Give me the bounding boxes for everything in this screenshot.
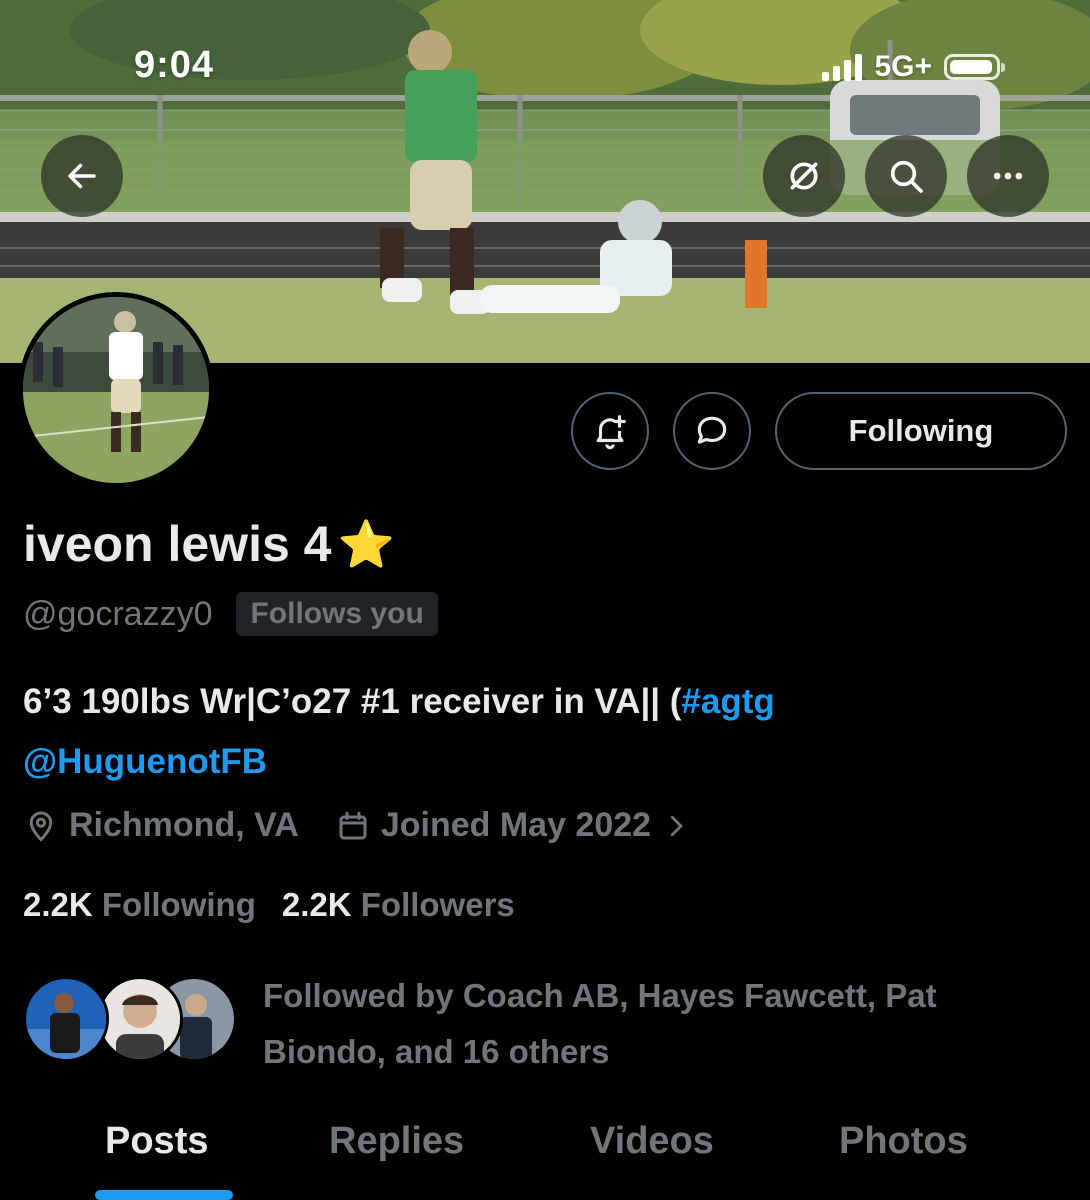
mutual-avatar-photo xyxy=(26,979,106,1059)
arrow-left-icon xyxy=(68,163,96,189)
following-count-link[interactable]: 2.2K Following xyxy=(23,886,256,924)
network-label: 5G+ xyxy=(874,50,932,83)
joined-text: Joined May 2022 xyxy=(380,806,652,844)
mutual-avatar-2 xyxy=(97,976,183,1062)
search-button[interactable] xyxy=(865,135,947,217)
more-button[interactable] xyxy=(967,135,1049,217)
bio-text: 6’3 190lbs Wr|C’o27 #1 receiver in VA|| … xyxy=(23,682,682,721)
message-button[interactable] xyxy=(673,392,751,470)
followers-count: 2.2K xyxy=(281,886,352,923)
star-emoji: ⭐ xyxy=(337,517,395,570)
tab-posts[interactable]: Posts xyxy=(105,1120,208,1163)
status-time: 9:04 xyxy=(134,44,215,86)
tab-videos[interactable]: Videos xyxy=(590,1120,714,1163)
following-count-label: Following xyxy=(101,886,256,923)
bio-hashtag-link[interactable]: #agtg xyxy=(681,682,774,721)
mutual-avatar-1 xyxy=(23,976,109,1062)
followed-by-text: Followed by Coach AB, Hayes Fawcett, Pat… xyxy=(263,977,937,1070)
grok-button[interactable] xyxy=(763,135,845,217)
mutual-avatar-photo xyxy=(100,979,180,1059)
followers-count-label: Followers xyxy=(360,886,515,923)
follow-counts: 2.2K Following 2.2K Followers xyxy=(23,886,515,924)
more-horizontal-icon xyxy=(993,172,1023,180)
location-pin-icon xyxy=(29,810,53,842)
location-text: Richmond, VA xyxy=(69,806,299,844)
display-name-text: iveon lewis 4 xyxy=(23,516,332,572)
profile-meta: Richmond, VA Joined May 2022 xyxy=(23,806,691,845)
handle-row: @gocrazzy0 Follows you xyxy=(23,592,438,636)
battery-level xyxy=(950,60,992,74)
chevron-right-icon xyxy=(670,815,683,836)
status-indicators: 5G+ xyxy=(822,50,1005,84)
followers-count-link[interactable]: 2.2K Followers xyxy=(282,886,515,924)
following-button[interactable]: Following xyxy=(775,392,1067,470)
calendar-icon xyxy=(339,811,367,839)
bio-mention-link[interactable]: @HuguenotFB xyxy=(23,742,267,781)
back-button[interactable] xyxy=(41,135,123,217)
active-tab-indicator xyxy=(95,1190,233,1200)
message-bubble-icon xyxy=(697,416,727,444)
profile-tabs: Posts Replies Videos Photos xyxy=(0,1110,1090,1200)
mutual-avatars xyxy=(23,976,243,1068)
tab-photos[interactable]: Photos xyxy=(839,1120,968,1163)
avatar-photo xyxy=(23,297,209,483)
follows-you-badge: Follows you xyxy=(236,592,438,636)
following-count: 2.2K xyxy=(23,886,93,923)
profile-bio: 6’3 190lbs Wr|C’o27 #1 receiver in VA|| … xyxy=(23,672,1063,792)
bell-plus-icon xyxy=(596,415,626,450)
signal-icon xyxy=(822,53,863,81)
slashed-circle-icon xyxy=(790,162,818,190)
location: Richmond, VA xyxy=(23,806,299,845)
joined-date[interactable]: Joined May 2022 xyxy=(335,806,691,845)
profile-avatar[interactable] xyxy=(18,292,214,488)
notifications-button[interactable] xyxy=(571,392,649,470)
tab-replies[interactable]: Replies xyxy=(329,1120,464,1163)
search-icon xyxy=(890,160,923,193)
battery-icon xyxy=(944,54,1005,80)
username-handle: @gocrazzy0 xyxy=(23,594,213,633)
display-name: iveon lewis 4 ⭐ xyxy=(23,515,395,573)
followed-by-section[interactable]: Followed by Coach AB, Hayes Fawcett, Pat… xyxy=(23,976,1063,1080)
